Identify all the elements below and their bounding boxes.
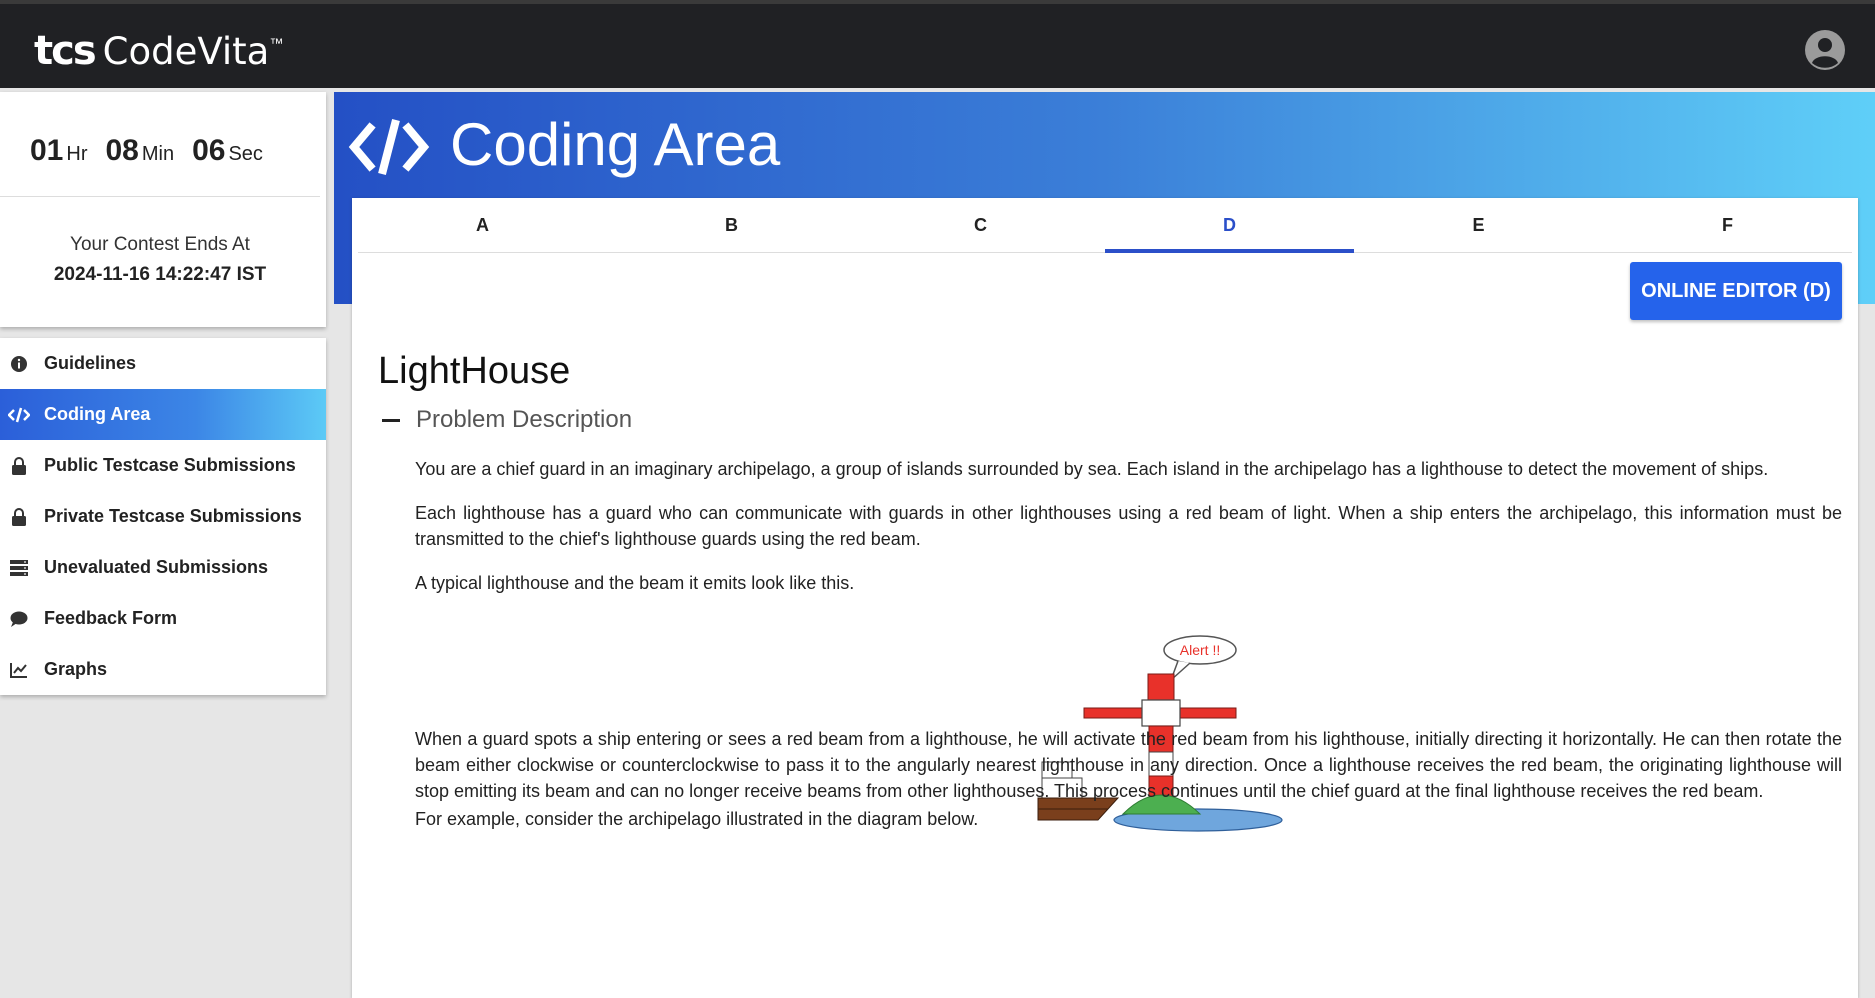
page-title: Coding Area [450, 111, 781, 178]
codevita-logo[interactable]: tcs CodeVita ™ [34, 28, 283, 74]
chart-line-icon [8, 660, 30, 680]
sidebar-item-label: Guidelines [44, 353, 137, 373]
contest-ends-label: Your Contest Ends At [70, 234, 250, 255]
top-navbar: tcs CodeVita ™ [0, 0, 1875, 88]
tab-b[interactable]: B [607, 198, 856, 252]
timer-hours-unit: Hr [66, 143, 88, 165]
sidebar-item-unevaluated-submissions[interactable]: Unevaluated Submissions [0, 542, 326, 593]
sidebar-item-feedback-form[interactable]: Feedback Form [0, 593, 326, 644]
description-paragraph: You are a chief guard in an imaginary ar… [415, 459, 1769, 479]
sidebar-item-label: Graphs [44, 659, 108, 679]
timer-seconds-unit: Sec [228, 143, 263, 165]
tab-c[interactable]: C [856, 198, 1105, 252]
description-paragraph: For example, consider the archipelago il… [415, 809, 979, 829]
problem-card: A B C D E F ONLINE EDITOR (D) LightHouse… [352, 198, 1858, 998]
tab-e[interactable]: E [1354, 198, 1603, 252]
code-icon [8, 405, 30, 425]
tab-a[interactable]: A [358, 198, 607, 252]
sidebar-item-label: Unevaluated Submissions [44, 557, 269, 577]
contest-ends-value: 2024-11-16 14:22:47 IST [53, 264, 267, 285]
logo-trademark: ™ [269, 35, 284, 51]
divider [0, 196, 320, 197]
section-title: Problem Description [416, 406, 633, 433]
online-editor-button[interactable]: ONLINE EDITOR (D) [1630, 262, 1842, 320]
sidebar-item-label: Feedback Form [44, 608, 178, 628]
info-icon [8, 354, 30, 374]
code-icon [348, 114, 430, 185]
user-avatar-icon[interactable] [1805, 30, 1845, 70]
sidebar-item-label: Public Testcase Submissions [44, 455, 296, 475]
description-paragraph: A typical lighthouse and the beam it emi… [415, 573, 855, 593]
sidebar-item-private-testcase-submissions[interactable]: Private Testcase Submissions [0, 491, 326, 542]
sidebar-item-guidelines[interactable]: Guidelines [0, 338, 326, 389]
timer-card: 01 Hr 08 Min 06 Sec Your Contest Ends At 20… [0, 92, 326, 327]
timer-minutes-unit: Min [141, 143, 175, 165]
problem-description-toggle[interactable]: Problem Description [382, 406, 632, 434]
sidebar-item-label: Private Testcase Submissions [44, 506, 302, 526]
sidebar-item-coding-area[interactable]: Coding Area [0, 389, 326, 440]
sidebar-item-label: Coding Area [44, 404, 151, 424]
timer-minutes: 08 [105, 134, 139, 167]
alert-text: Alert !! [1180, 642, 1220, 658]
description-paragraph: Each lighthouse has a guard who can comm… [415, 503, 1842, 549]
collapse-minus-icon [382, 418, 400, 422]
tab-d[interactable]: D [1105, 198, 1354, 253]
comment-icon [8, 609, 30, 629]
server-icon [8, 558, 30, 578]
logo-mark: tcs [34, 28, 97, 74]
tab-f[interactable]: F [1603, 198, 1852, 252]
sidebar-nav: Guidelines Coding Area Public Testcase S… [0, 338, 326, 695]
problem-title: LightHouse [378, 350, 571, 392]
lock-icon [8, 456, 30, 476]
sidebar-item-graphs[interactable]: Graphs [0, 644, 326, 695]
lock-icon [8, 507, 30, 527]
countdown-timer: 01 Hr 08 Min 06 Sec [30, 134, 263, 168]
problem-tabs: A B C D E F [358, 198, 1852, 253]
timer-seconds: 06 [192, 134, 226, 167]
logo-text: CodeVita [102, 30, 270, 73]
description-paragraph: When a guard spots a ship entering or se… [415, 729, 1842, 801]
sidebar-item-public-testcase-submissions[interactable]: Public Testcase Submissions [0, 440, 326, 491]
timer-hours: 01 [30, 134, 64, 167]
